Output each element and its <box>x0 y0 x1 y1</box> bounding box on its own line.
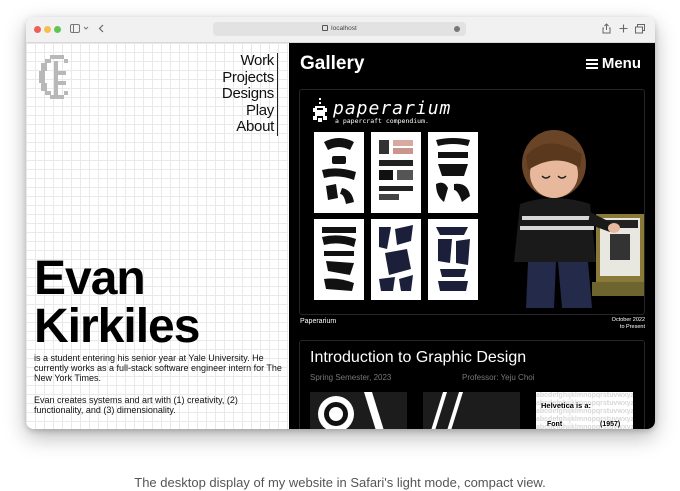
chevron-down-icon[interactable] <box>83 25 89 35</box>
sidebar-toggle-icon[interactable] <box>70 24 80 36</box>
tab-overview-icon[interactable] <box>635 24 645 37</box>
nav-item-about[interactable]: About <box>222 118 274 136</box>
address-bar[interactable]: localhost <box>213 22 466 36</box>
new-tab-icon[interactable] <box>619 24 628 36</box>
paperarium-subheading: a papercraft compendium. <box>335 117 429 125</box>
menu-label: Menu <box>601 55 641 72</box>
back-icon[interactable] <box>98 24 104 36</box>
gallery-panel: Gallery Menu paperarium a papercraft com… <box>289 43 655 429</box>
helvetica-year: (1957) <box>600 421 621 428</box>
share-icon[interactable] <box>602 23 611 37</box>
course-professor: Professor: Yeju Choi <box>462 373 535 382</box>
design-thumbnail-2 <box>423 392 520 429</box>
paperarium-date: October 2022 to Present <box>612 317 645 330</box>
gallery-title: Gallery <box>300 53 365 74</box>
site-logo[interactable] <box>36 53 76 101</box>
design-thumbnail-1 <box>310 392 407 429</box>
design-thumbnail-3: abcdefghijklmnopqrstuvwxyz abcdefghijklm… <box>536 392 633 429</box>
paperarium-logo-icon <box>313 98 327 122</box>
hero-name: Evan Kirkiles <box>34 252 200 353</box>
screenshot-caption: The desktop display of my website in Saf… <box>134 475 546 490</box>
papercraft-sheet <box>428 132 478 213</box>
paperarium-heading: paperarium <box>333 98 452 119</box>
reload-icon[interactable] <box>454 26 460 32</box>
paperarium-label: Paperarium <box>300 318 337 325</box>
papercraft-sheet <box>314 219 364 300</box>
project-card-graphic-design[interactable]: Introduction to Graphic Design Spring Se… <box>299 340 645 429</box>
zoom-window-button[interactable] <box>54 26 61 33</box>
paperarium-date-end: to Present <box>619 323 645 330</box>
bio-paragraph-1: is a student entering his senior year at… <box>34 353 282 383</box>
nav-item-play[interactable]: Play <box>222 102 274 120</box>
intro-panel: Work Projects Designs Play About Evan Ki… <box>26 43 288 429</box>
course-title: Introduction to Graphic Design <box>310 349 527 366</box>
nav-item-work[interactable]: Work <box>222 52 274 70</box>
lock-icon <box>322 25 329 32</box>
nav-item-designs[interactable]: Designs <box>222 85 274 103</box>
close-window-button[interactable] <box>34 26 41 33</box>
project-card-paperarium[interactable]: paperarium a papercraft compendium. <box>299 89 645 315</box>
papercraft-sheet <box>371 219 421 300</box>
course-semester: Spring Semester, 2023 <box>310 373 392 382</box>
papercraft-sheet <box>428 219 478 300</box>
hamburger-icon <box>585 59 598 69</box>
helvetica-word: Font <box>547 421 563 428</box>
site-nav: Work Projects Designs Play About <box>222 52 278 136</box>
bio-paragraph-2: Evan creates systems and art with (1) cr… <box>34 395 238 415</box>
menu-button[interactable]: Menu <box>585 55 641 72</box>
helvetica-heading: Helvetica is a: <box>541 401 592 410</box>
paperarium-date-start: October 2022 <box>611 317 645 323</box>
name-last: Kirkiles <box>34 300 200 353</box>
browser-window: localhost Work Projects Designs Play Abo… <box>26 17 655 429</box>
papercraft-sheet <box>314 132 364 213</box>
nav-item-projects[interactable]: Projects <box>222 69 274 87</box>
papercraft-sheet <box>371 132 421 213</box>
browser-toolbar: localhost <box>26 17 655 43</box>
address-text: localhost <box>331 25 357 32</box>
minimize-window-button[interactable] <box>44 26 51 33</box>
name-first: Evan <box>34 252 146 305</box>
papercraft-figure-image <box>514 130 644 308</box>
